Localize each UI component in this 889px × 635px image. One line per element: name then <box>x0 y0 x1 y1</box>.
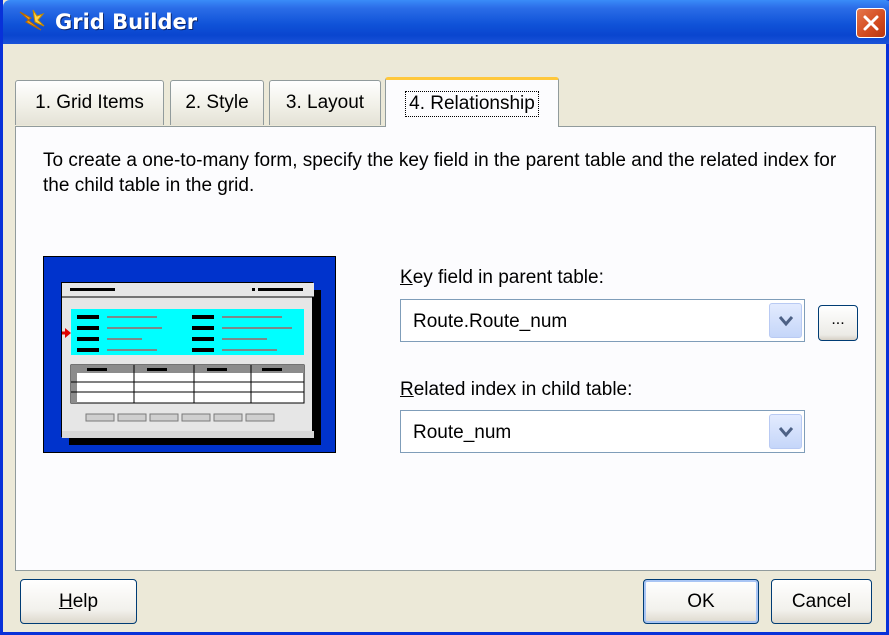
close-button[interactable] <box>856 8 886 38</box>
related-index-accelerator: R <box>400 379 414 400</box>
tab-style-label: 2. Style <box>185 92 249 113</box>
instruction-text: To create a one-to-many form, specify th… <box>43 150 837 196</box>
tab-relationship-label: 4. Relationship <box>405 90 539 117</box>
related-index-dropdown[interactable]: Route_num <box>400 410 805 453</box>
tab-grid-items-label: 1. Grid Items <box>35 92 144 113</box>
one-to-many-form-illustration <box>43 256 336 453</box>
tab-layout-label: 3. Layout <box>285 92 365 113</box>
key-field-label-text: ey field in parent table: <box>412 267 604 288</box>
illustration-form <box>54 282 314 438</box>
help-button[interactable]: Help <box>20 579 137 624</box>
tab-grid-items[interactable]: 1. Grid Items <box>15 80 164 125</box>
dialog-window: Grid Builder 1. Grid Items 2. Style 3. L… <box>0 0 889 635</box>
help-label: elp <box>72 590 99 612</box>
browse-button[interactable]: ... <box>818 305 858 341</box>
related-index-label-text: elated index in child table: <box>413 379 633 400</box>
cancel-button[interactable]: Cancel <box>771 579 872 624</box>
key-field-dropdown-button[interactable] <box>769 303 802 338</box>
tab-layout[interactable]: 3. Layout <box>269 80 381 125</box>
key-field-dropdown[interactable]: Route.Route_num <box>400 299 805 342</box>
key-field-value: Route.Route_num <box>413 311 568 332</box>
key-field-accelerator: K <box>400 267 413 288</box>
lightning-wizard-icon <box>17 8 47 36</box>
tab-style[interactable]: 2. Style <box>170 80 264 125</box>
related-index-label: Related index in child table: <box>400 379 632 401</box>
related-index-dropdown-button[interactable] <box>769 414 802 449</box>
help-accelerator: H <box>58 590 73 612</box>
window-title: Grid Builder <box>55 10 198 34</box>
title-bar[interactable]: Grid Builder <box>3 0 889 44</box>
key-field-label: Key field in parent table: <box>400 267 604 289</box>
chevron-down-icon <box>779 427 793 438</box>
chevron-down-icon <box>779 316 793 327</box>
related-index-value: Route_num <box>413 422 512 443</box>
close-icon <box>863 15 879 31</box>
tab-relationship[interactable]: 4. Relationship <box>385 77 559 127</box>
ok-button[interactable]: OK <box>643 579 759 624</box>
